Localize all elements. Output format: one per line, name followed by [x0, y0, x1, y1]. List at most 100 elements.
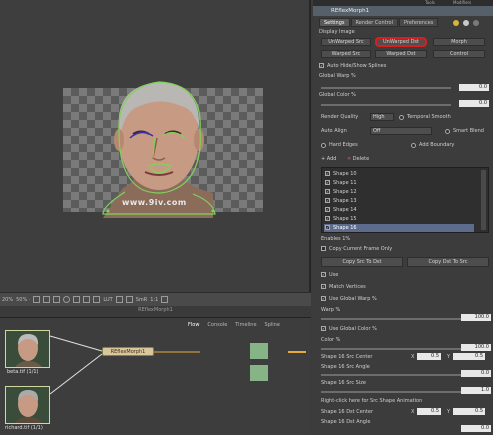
add-boundary-radio[interactable]: [411, 143, 416, 148]
color-slider[interactable]: [321, 348, 461, 350]
smr-button[interactable]: SmR: [136, 297, 148, 303]
unwarped-dst-button[interactable]: UnWarped Dst: [375, 37, 427, 47]
panel-title[interactable]: REflexMorph1: [313, 6, 493, 16]
right-click-hint[interactable]: Right-click here for Src Shape Animation: [321, 398, 422, 404]
src-center-y[interactable]: 0.5: [453, 353, 485, 360]
lock-icon[interactable]: [115, 296, 123, 303]
shape-checkbox[interactable]: ✓: [325, 171, 330, 176]
channel-g-icon[interactable]: [93, 296, 101, 303]
options-icon[interactable]: [161, 296, 169, 303]
shape-name: Shape 12: [333, 189, 357, 195]
warp-label: Warp %: [321, 307, 341, 313]
tab-preferences[interactable]: Preferences: [398, 18, 439, 27]
dst-center-y-label: Y: [447, 409, 451, 415]
global-warp-slider[interactable]: [321, 87, 451, 89]
src-center-label: Shape 16 Src Center: [321, 354, 373, 360]
unwarped-src-button[interactable]: UnWarped Src: [321, 38, 371, 46]
roi-icon[interactable]: [125, 296, 133, 303]
mini-node-2[interactable]: [250, 365, 268, 381]
shape-checkbox[interactable]: ✓: [325, 216, 330, 221]
render-quality-label: Render Quality: [321, 114, 359, 120]
src-size-value[interactable]: 1.0: [461, 387, 491, 394]
list-item[interactable]: ✓ Shape 10: [324, 170, 474, 178]
list-item-selected[interactable]: ✓ Shape 16: [324, 224, 474, 232]
warped-src-button[interactable]: Warped Src: [321, 50, 371, 58]
ratio-button[interactable]: 1:1: [150, 297, 158, 303]
pin-icon[interactable]: [473, 20, 479, 26]
dst-center-y[interactable]: 0.5: [453, 408, 485, 415]
src-size-slider[interactable]: [321, 391, 461, 393]
polygon-tool-icon[interactable]: [33, 296, 41, 303]
zoom-readout[interactable]: 20%: [2, 297, 13, 303]
gear-icon[interactable]: [453, 20, 459, 26]
smart-blend-radio[interactable]: [445, 129, 450, 134]
temporal-smooth-radio[interactable]: [399, 115, 404, 120]
list-item[interactable]: ✓ Shape 14: [324, 206, 474, 214]
copy-current-checkbox[interactable]: [321, 246, 326, 251]
fit-readout[interactable]: 50% ·: [16, 297, 30, 303]
use-global-warp-checkbox[interactable]: ✓: [321, 296, 326, 301]
copy-src-to-dst-button[interactable]: Copy Src To Dst: [321, 257, 403, 267]
shape-checkbox[interactable]: ✓: [325, 225, 330, 230]
ellipse-tool-icon[interactable]: [63, 296, 71, 303]
shape-list[interactable]: ✓ Shape 10 ✓ Shape 11 ✓ Shape 12 ✓ Shape 13 …: [321, 167, 489, 233]
warped-dst-button[interactable]: Warped Dst: [375, 50, 427, 58]
global-color-label: Global Color %: [319, 92, 356, 98]
hard-edges-radio[interactable]: [321, 143, 326, 148]
channel-r-icon[interactable]: [83, 296, 91, 303]
reset-icon[interactable]: [463, 20, 469, 26]
shape-checkbox[interactable]: ✓: [325, 198, 330, 203]
tab-tools[interactable]: Tools: [425, 0, 435, 5]
add-button[interactable]: + Add: [321, 156, 336, 162]
dst-angle-value[interactable]: 0.0: [461, 425, 491, 432]
bspline-tool-icon[interactable]: [43, 296, 51, 303]
use-global-color-checkbox[interactable]: ✓: [321, 326, 326, 331]
rect-tool-icon[interactable]: [53, 296, 61, 303]
render-quality-dropdown[interactable]: High: [370, 113, 394, 121]
tools-panel: Tools Modifiers REflexMorph1 Settings Re…: [313, 0, 493, 435]
shape-checkbox[interactable]: ✓: [325, 180, 330, 185]
lut-button[interactable]: LUT: [103, 297, 112, 303]
copy-dst-to-src-button[interactable]: Copy Dst To Src: [407, 257, 489, 267]
color-value[interactable]: 100.0: [461, 344, 491, 351]
auto-hide-checkbox[interactable]: ✓: [319, 63, 324, 68]
src-center-x[interactable]: 0.5: [417, 353, 441, 360]
list-item[interactable]: ✓ Shape 15: [324, 215, 474, 223]
dst-center-x-label: X: [411, 409, 415, 415]
auto-align-dropdown[interactable]: Off: [370, 127, 432, 135]
morph-node[interactable]: REflexMorph1: [102, 347, 154, 356]
global-warp-value[interactable]: 0.0: [459, 84, 489, 91]
flow-output-line: [288, 351, 306, 353]
delete-button[interactable]: ✕ Delete: [347, 156, 369, 162]
flow-view[interactable]: Flow Console Timeline Spline beta.tif (1…: [0, 317, 311, 435]
match-vertices-checkbox[interactable]: ✓: [321, 284, 326, 289]
morph-button[interactable]: Morph: [433, 38, 485, 46]
tab-render-control[interactable]: Render Control: [350, 18, 398, 27]
enables-label: Enables 1%: [321, 236, 351, 242]
global-color-value[interactable]: 0.0: [459, 100, 489, 107]
list-item[interactable]: ✓ Shape 11: [324, 179, 474, 187]
src-angle-value[interactable]: 0.0: [461, 370, 491, 377]
src-angle-slider[interactable]: [321, 374, 461, 376]
global-color-slider[interactable]: [321, 104, 451, 106]
mini-node-1[interactable]: [250, 343, 268, 359]
dst-angle-label: Shape 16 Dst Angle: [321, 419, 371, 425]
display-image-label: Display Image: [319, 29, 355, 35]
list-item[interactable]: ✓ Shape 13: [324, 197, 474, 205]
image-viewer[interactable]: www.9iv.com: [0, 0, 311, 292]
warp-slider[interactable]: [321, 318, 461, 320]
shape-list-scrollbar[interactable]: [481, 170, 486, 230]
control-button[interactable]: Control: [433, 50, 485, 58]
viewer-node-label: REflexMorph1: [0, 307, 311, 316]
channel-a-icon[interactable]: [73, 296, 81, 303]
shape-checkbox[interactable]: ✓: [325, 189, 330, 194]
tab-settings[interactable]: Settings: [319, 18, 350, 27]
list-item[interactable]: ✓ Shape 12: [324, 188, 474, 196]
shape-checkbox[interactable]: ✓: [325, 207, 330, 212]
warp-value[interactable]: 100.0: [461, 314, 491, 321]
dst-center-x[interactable]: 0.5: [417, 408, 441, 415]
face-image: [102, 81, 216, 218]
smart-blend-label: Smart Blend: [453, 128, 484, 134]
use-checkbox[interactable]: ✓: [321, 272, 326, 277]
tab-modifiers[interactable]: Modifiers: [453, 0, 471, 5]
